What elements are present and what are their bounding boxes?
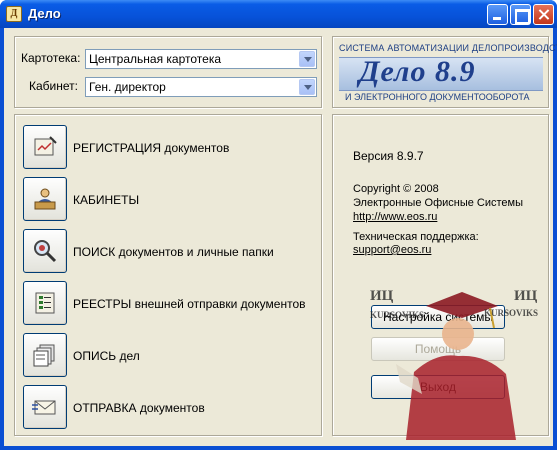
- copyright-text: Copyright © 2008: [353, 183, 439, 195]
- document-register-icon: [34, 136, 57, 156]
- registration-button[interactable]: [23, 125, 67, 169]
- chevron-down-icon[interactable]: [299, 51, 315, 67]
- menu-label-sending: ОТПРАВКА документов: [73, 401, 205, 415]
- case-inventory-icon: [33, 344, 55, 367]
- chevron-down-icon[interactable]: [299, 79, 315, 95]
- minimize-button[interactable]: [487, 4, 508, 25]
- registries-button[interactable]: [23, 281, 67, 325]
- menu-label-search: ПОИСК документов и личные папки: [73, 245, 274, 259]
- maximize-button[interactable]: [510, 4, 531, 25]
- logo-main-text: Дело 8.9: [359, 55, 476, 88]
- menu-label-cabinets: КАБИНЕТЫ: [73, 193, 140, 207]
- support-email-link[interactable]: support@eos.ru: [353, 244, 431, 256]
- main-menu-panel: РЕГИСТРАЦИЯ документов КАБИНЕТЫ ПОИСК до…: [14, 114, 322, 436]
- inventory-button[interactable]: [23, 333, 67, 377]
- menu-item-sending[interactable]: ОТПРАВКА документов: [23, 385, 319, 431]
- cabinet-desk-icon: [34, 188, 56, 210]
- card-index-label: Картотека:: [21, 51, 81, 65]
- menu-item-inventory[interactable]: ОПИСЬ дел: [23, 333, 319, 379]
- search-magnifier-icon: [34, 240, 57, 263]
- sending-button[interactable]: [23, 385, 67, 429]
- window-title: Дело: [28, 6, 61, 21]
- card-index-select[interactable]: Центральная картотека: [85, 49, 317, 69]
- version-text: Версия 8.9.7: [353, 149, 424, 163]
- logo-top-text: СИСТЕМА АВТОМАТИЗАЦИИ ДЕЛОПРОИЗВОДСТВА: [339, 43, 557, 53]
- menu-item-registration[interactable]: РЕГИСТРАЦИЯ документов: [23, 125, 319, 171]
- watermark-overlay: ИЦ ИЦ KURSOVIKS KURSOVIKS: [366, 282, 546, 440]
- envelope-send-icon: [32, 400, 56, 415]
- menu-label-registries: РЕЕСТРЫ внешней отправки документов: [73, 297, 306, 311]
- menu-item-cabinets[interactable]: КАБИНЕТЫ: [23, 177, 319, 223]
- watermark-left-brand: KURSOVIKS: [370, 310, 425, 320]
- card-index-value: Центральная картотека: [89, 52, 221, 66]
- title-bar[interactable]: Д Дело: [0, 0, 557, 28]
- menu-label-registration: РЕГИСТРАЦИЯ документов: [73, 141, 230, 155]
- logo-bottom-text: И ЭЛЕКТРОННОГО ДОКУМЕНТООБОРОТА: [345, 92, 530, 102]
- watermark-right-brand: KURSOVIKS: [484, 308, 539, 318]
- watermark-right-text: ИЦ: [514, 288, 538, 304]
- cabinet-select[interactable]: Ген. директор: [85, 77, 317, 97]
- search-button[interactable]: [23, 229, 67, 273]
- menu-item-registries[interactable]: РЕЕСТРЫ внешней отправки документов: [23, 281, 319, 327]
- cabinets-button[interactable]: [23, 177, 67, 221]
- logo-panel: СИСТЕМА АВТОМАТИЗАЦИИ ДЕЛОПРОИЗВОДСТВА Д…: [332, 36, 557, 108]
- cabinet-label: Кабинет:: [29, 79, 78, 93]
- watermark-left-text: ИЦ: [370, 288, 394, 304]
- menu-item-search[interactable]: ПОИСК документов и личные папки: [23, 229, 319, 275]
- website-link[interactable]: http://www.eos.ru: [353, 211, 437, 223]
- graduate-figure: [396, 292, 516, 440]
- menu-label-inventory: ОПИСЬ дел: [73, 349, 140, 363]
- app-icon[interactable]: Д: [6, 6, 22, 22]
- cabinet-value: Ген. директор: [89, 80, 166, 94]
- company-text: Электронные Офисные Системы: [353, 197, 524, 209]
- selector-panel: Картотека: Центральная картотека Кабинет…: [14, 36, 322, 108]
- close-button[interactable]: [533, 4, 554, 25]
- support-label: Техническая поддержка:: [353, 231, 479, 243]
- registry-list-icon: [35, 292, 55, 314]
